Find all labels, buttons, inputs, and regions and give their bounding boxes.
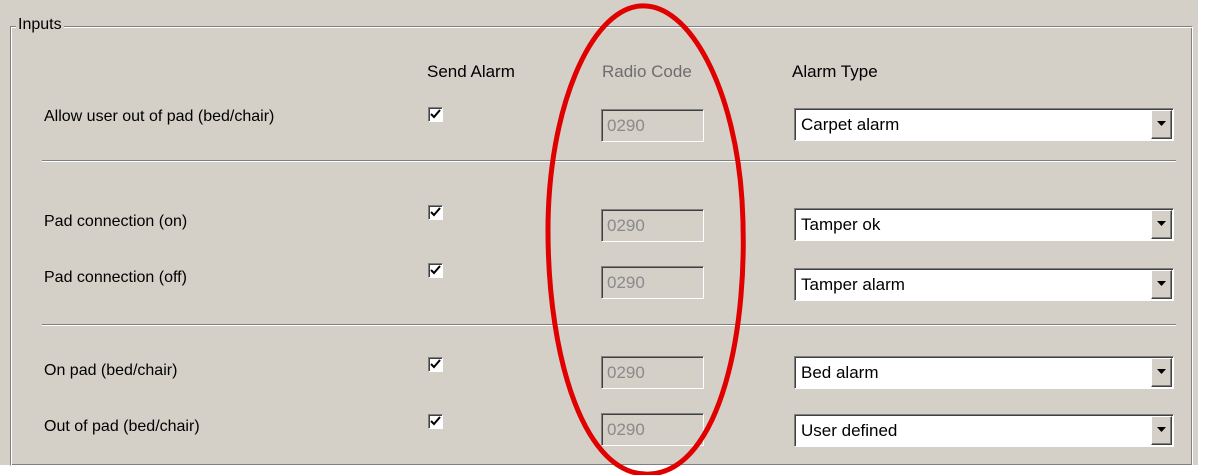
row-label-pad-connection-off: Pad connection (off) <box>44 269 187 286</box>
send-alarm-header: Send Alarm <box>427 62 515 81</box>
row-label-on-pad: On pad (bed/chair) <box>44 362 178 379</box>
triangle-down-icon <box>1157 281 1166 286</box>
separator <box>42 324 1176 326</box>
row-label-pad-connection-on: Pad connection (on) <box>44 213 188 230</box>
send-alarm-checkbox[interactable] <box>428 205 443 220</box>
triangle-down-icon <box>1157 369 1166 374</box>
send-alarm-checkbox[interactable] <box>428 263 443 278</box>
radio-code-field[interactable]: 0290 <box>601 356 704 389</box>
group-title: Inputs <box>16 16 64 34</box>
alarm-type-select[interactable]: User defined <box>794 414 1174 447</box>
checkmark-icon <box>430 109 441 119</box>
send-alarm-checkbox[interactable] <box>428 357 443 372</box>
settings-panel: Inputs Send Alarm Radio Code Alarm Type … <box>0 0 1198 466</box>
alarm-type-value: Carpet alarm <box>801 115 900 134</box>
alarm-type-value: User defined <box>801 421 898 440</box>
alarm-type-value: Tamper ok <box>801 215 881 234</box>
dropdown-button[interactable] <box>1151 416 1172 445</box>
alarm-type-select[interactable]: Bed alarm <box>794 356 1174 389</box>
checkmark-icon <box>430 416 441 426</box>
alarm-type-value: Tamper alarm <box>801 275 905 294</box>
triangle-down-icon <box>1157 427 1166 432</box>
inputs-groupbox <box>10 26 1193 466</box>
row-label-out-of-pad: Out of pad (bed/chair) <box>44 418 200 435</box>
checkmark-icon <box>430 359 441 369</box>
alarm-type-select[interactable]: Carpet alarm <box>794 108 1174 141</box>
alarm-type-select[interactable]: Tamper alarm <box>794 268 1174 301</box>
row-label-allow-user-out: Allow user out of pad (bed/chair) <box>44 108 275 125</box>
alarm-type-header: Alarm Type <box>792 62 878 81</box>
radio-code-field[interactable]: 0290 <box>601 413 704 446</box>
dropdown-button[interactable] <box>1151 270 1172 299</box>
alarm-type-select[interactable]: Tamper ok <box>794 208 1174 241</box>
radio-code-header: Radio Code <box>602 62 692 81</box>
radio-code-field[interactable]: 0290 <box>601 266 704 299</box>
dropdown-button[interactable] <box>1151 210 1172 239</box>
triangle-down-icon <box>1157 121 1166 126</box>
send-alarm-checkbox[interactable] <box>428 414 443 429</box>
checkmark-icon <box>430 265 441 275</box>
dropdown-button[interactable] <box>1151 358 1172 387</box>
checkmark-icon <box>430 207 441 217</box>
triangle-down-icon <box>1157 221 1166 226</box>
send-alarm-checkbox[interactable] <box>428 107 443 122</box>
dropdown-button[interactable] <box>1151 110 1172 139</box>
radio-code-field[interactable]: 0290 <box>601 109 704 142</box>
separator <box>42 160 1176 162</box>
radio-code-field[interactable]: 0290 <box>601 209 704 242</box>
alarm-type-value: Bed alarm <box>801 363 879 382</box>
